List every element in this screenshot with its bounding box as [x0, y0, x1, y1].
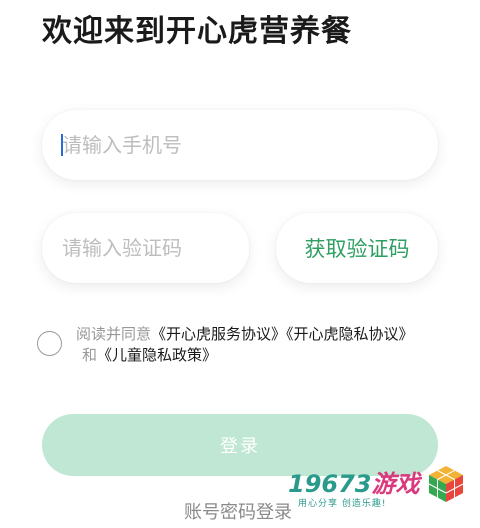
get-code-label: 获取验证码: [304, 237, 410, 261]
watermark-game-text: 游戏: [371, 470, 420, 498]
agreement-text: 阅读并同意《开心虎服务协议》《开心虎隐私协议》 和《儿童隐私政策》: [76, 324, 414, 366]
phone-input[interactable]: [62, 110, 422, 180]
watermark-slogan: 用心分享 创造乐趣!: [298, 499, 387, 509]
watermark-text: 19673游戏: [288, 464, 420, 499]
watermark: 19673游戏 用心分享 创造乐趣!: [288, 464, 476, 522]
privacy-agreement-link[interactable]: 《开心虎隐私协议》: [286, 325, 414, 343]
children-privacy-link[interactable]: 《儿童隐私政策》: [97, 346, 217, 364]
login-button-label: 登录: [220, 436, 260, 457]
agreement-checkbox[interactable]: [37, 331, 62, 356]
phone-field[interactable]: [42, 110, 438, 180]
agreement-prefix: 阅读并同意: [76, 325, 152, 343]
cube-logo-icon: [428, 466, 464, 502]
get-code-button[interactable]: 获取验证码: [276, 213, 438, 283]
code-field[interactable]: [42, 213, 249, 283]
service-agreement-link[interactable]: 《开心虎服务协议》: [151, 325, 286, 343]
verification-code-input[interactable]: [62, 213, 233, 283]
agreement-and: 和: [82, 346, 98, 364]
watermark-number: 19673: [288, 470, 372, 498]
page-title: 欢迎来到开心虎营养餐: [42, 14, 352, 49]
password-login-link[interactable]: 账号密码登录: [184, 498, 292, 524]
